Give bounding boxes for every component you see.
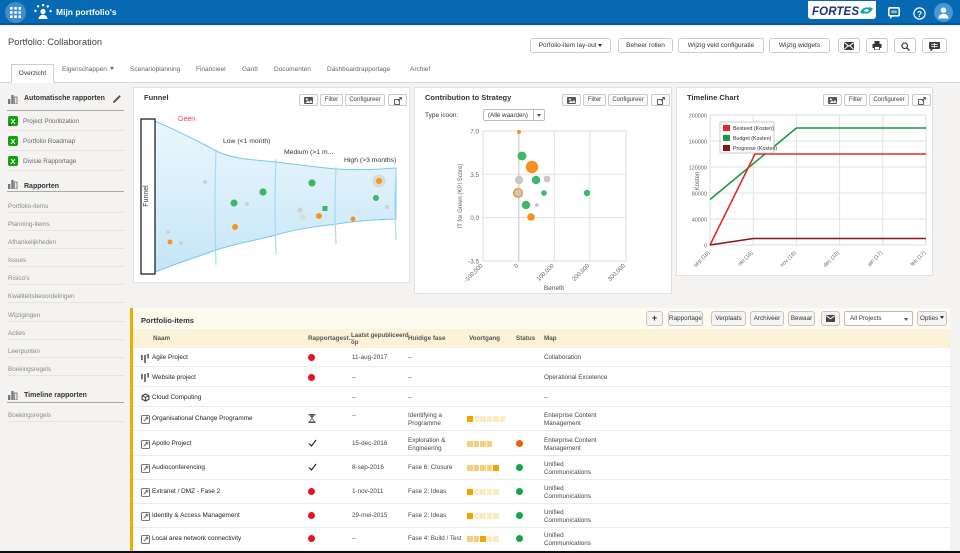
svg-text:Geen: Geen bbox=[178, 116, 195, 123]
svg-text:-100,000: -100,000 bbox=[463, 263, 484, 284]
svg-text:X: X bbox=[10, 117, 15, 126]
svg-text:jan (17): jan (17) bbox=[866, 250, 884, 268]
svg-text:X: X bbox=[10, 157, 15, 166]
svg-text:?: ? bbox=[917, 9, 922, 19]
svg-text:nov (16): nov (16) bbox=[779, 250, 798, 269]
svg-text:dec (16): dec (16) bbox=[822, 250, 841, 269]
svg-text:300,000: 300,000 bbox=[607, 263, 627, 283]
svg-text:High (>3 months): High (>3 months) bbox=[344, 157, 396, 164]
svg-text:Prognose (Kosten): Prognose (Kosten) bbox=[733, 146, 777, 152]
svg-text:okt (16): okt (16) bbox=[737, 250, 755, 268]
svg-text:120000: 120000 bbox=[689, 166, 707, 172]
svg-text:7.0: 7.0 bbox=[470, 129, 479, 136]
svg-text:100,000: 100,000 bbox=[536, 263, 556, 283]
svg-text:Low (<1 month): Low (<1 month) bbox=[223, 138, 270, 145]
svg-text:Budget (Kosten): Budget (Kosten) bbox=[733, 136, 772, 142]
svg-text:0: 0 bbox=[704, 244, 707, 250]
svg-text:sep (16): sep (16) bbox=[693, 250, 712, 269]
svg-text:FORTES: FORTES bbox=[812, 6, 859, 18]
svg-text:Benefit: Benefit bbox=[544, 285, 564, 292]
svg-text:Besteed (Kosten): Besteed (Kosten) bbox=[733, 126, 774, 132]
svg-text:IT for Green (KPI Score): IT for Green (KPI Score) bbox=[458, 164, 464, 229]
svg-text:200000: 200000 bbox=[689, 114, 707, 120]
svg-text:Kosten: Kosten bbox=[695, 172, 701, 191]
svg-text:Medium (>1 m...: Medium (>1 m... bbox=[284, 149, 333, 156]
svg-text:3.5: 3.5 bbox=[470, 172, 479, 179]
svg-text:X: X bbox=[10, 137, 15, 146]
svg-text:160000: 160000 bbox=[689, 140, 707, 146]
svg-text:0.0: 0.0 bbox=[470, 215, 479, 222]
svg-text:40000: 40000 bbox=[692, 218, 707, 224]
svg-text:0: 0 bbox=[514, 263, 521, 270]
svg-text:feb (17): feb (17) bbox=[910, 250, 928, 268]
svg-text:80000: 80000 bbox=[692, 192, 707, 198]
svg-text:Funnel: Funnel bbox=[143, 185, 150, 207]
svg-text:200,000: 200,000 bbox=[572, 263, 592, 283]
